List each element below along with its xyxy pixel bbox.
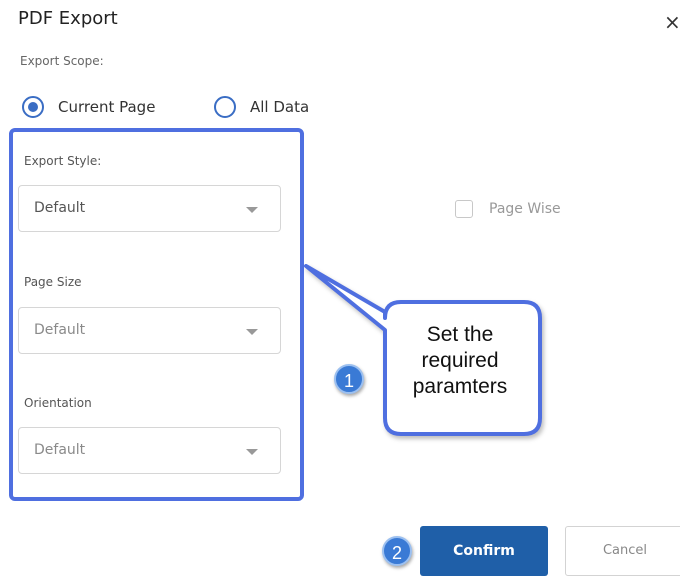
callout-line: required [421, 349, 499, 372]
cancel-button[interactable]: Cancel [565, 526, 680, 576]
callout-bubble [304, 264, 542, 436]
callout-line: Set the [426, 323, 494, 346]
step-badge-1: 1 [334, 364, 364, 394]
step-badge-2: 2 [382, 536, 412, 566]
callout-text: Set the required paramters [388, 322, 532, 400]
callout-line: paramters [412, 375, 508, 398]
confirm-button[interactable]: Confirm [420, 526, 548, 576]
